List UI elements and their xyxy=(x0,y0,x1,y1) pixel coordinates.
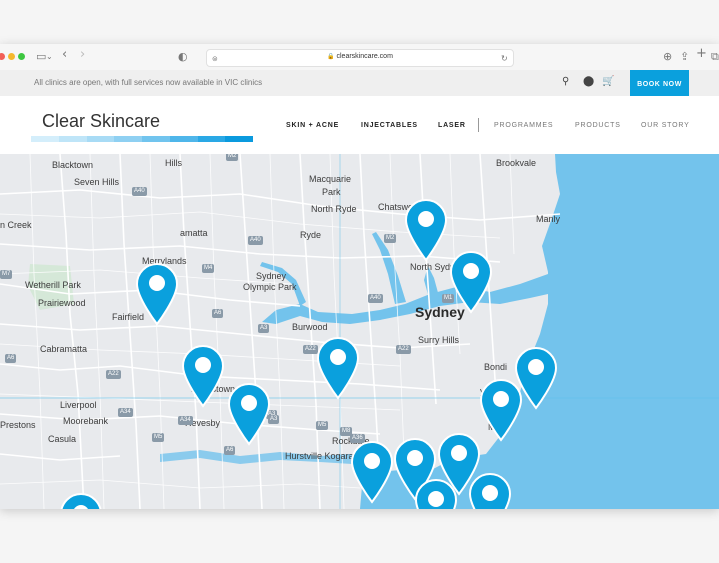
road-shield: A6 xyxy=(224,446,236,455)
logo-bar-segment xyxy=(31,136,59,142)
road-shield: A6 xyxy=(5,354,17,363)
nav-programmes[interactable]: PROGRAMMES xyxy=(494,122,553,129)
map-label: Burwood xyxy=(292,322,328,332)
map-label: Surry Hills xyxy=(418,335,460,345)
share-icon[interactable]: ⇪ xyxy=(680,50,689,64)
chevron-down-icon[interactable]: ⌄ xyxy=(46,50,53,64)
url-text: clearskincare.com xyxy=(336,53,393,60)
map-label: Wetherill Park xyxy=(25,280,81,290)
road-shield: A22 xyxy=(396,345,411,354)
clinic-location-pin-icon[interactable] xyxy=(479,378,523,442)
map-label: Sydney xyxy=(256,271,287,281)
clinic-location-pin-icon[interactable] xyxy=(227,382,271,446)
close-window-button[interactable] xyxy=(0,53,5,60)
map-label: Baulkham xyxy=(165,154,205,156)
logo-bar-segment xyxy=(58,136,87,142)
map-label: Ryde xyxy=(300,230,322,240)
privacy-shield-icon[interactable]: ◐ xyxy=(178,50,188,64)
lock-icon: 🔒 xyxy=(327,54,335,60)
clinic-map[interactable]: Baulkham Hills Blacktown Seven Hills Macquar… xyxy=(0,154,719,509)
map-label: Hurstville Kogarah xyxy=(285,451,359,461)
road-shield: M2 xyxy=(384,234,397,243)
search-icon[interactable]: ⚲ xyxy=(562,76,569,87)
road-shield: M2 xyxy=(226,154,239,161)
nav-laser[interactable]: LASER xyxy=(438,122,466,129)
nav-our-story[interactable]: OUR STORY xyxy=(641,122,690,129)
map-label: Moorebank xyxy=(63,416,109,426)
sidebar-toggle-icon[interactable]: ▭ xyxy=(36,50,46,64)
clinic-location-pin-icon[interactable] xyxy=(350,440,394,504)
main-header: Clear Skincare SKIN + ACNE INJECTABLES L… xyxy=(0,96,719,154)
nav-skin-acne[interactable]: SKIN + ACNE xyxy=(286,122,339,129)
map-label: amatta xyxy=(180,228,208,238)
road-shield: A40 xyxy=(132,187,147,196)
clinic-location-pin-icon[interactable] xyxy=(468,472,512,509)
download-icon[interactable]: ⊕ xyxy=(663,50,672,64)
logo-bar-segment xyxy=(86,136,115,142)
nav-divider xyxy=(478,118,479,132)
cart-icon[interactable]: 🛒 xyxy=(602,76,614,87)
map-label: Olympic Park xyxy=(243,282,297,292)
logo-bar-segment xyxy=(142,136,170,142)
road-shield: A40 xyxy=(248,236,263,245)
map-label: Hills xyxy=(165,158,182,168)
map-label: Manly xyxy=(536,214,561,224)
clinic-location-pin-icon[interactable] xyxy=(414,478,458,509)
map-label: Liverpool xyxy=(60,400,97,410)
clinic-location-pin-icon[interactable] xyxy=(449,250,493,314)
map-label: Prestons xyxy=(0,420,36,430)
clinic-location-pin-icon[interactable] xyxy=(316,336,360,400)
map-label: Prairiewood xyxy=(38,298,86,308)
map-label: Macquarie xyxy=(309,174,352,184)
road-shield: A6 xyxy=(212,309,224,318)
clinic-location-pin-icon[interactable] xyxy=(135,262,179,326)
back-icon[interactable]: ‹ xyxy=(62,48,67,62)
map-label: Cabramatta xyxy=(40,344,88,354)
location-pin-icon[interactable]: ⬤ xyxy=(583,76,594,87)
road-shield: A3 xyxy=(258,324,270,333)
logo-bar-segment xyxy=(225,136,253,142)
reload-icon[interactable]: ↻ xyxy=(501,52,508,66)
map-label: Blacktown xyxy=(52,160,94,170)
map-label: Casula xyxy=(48,434,77,444)
logo-bar-segment xyxy=(197,136,226,142)
minimize-window-button[interactable] xyxy=(8,53,15,60)
address-bar[interactable]: ⊜ 🔒 clearskincare.com ↻ xyxy=(206,49,514,67)
logo[interactable]: Clear Skincare xyxy=(42,111,160,132)
browser-window: ▭ ⌄ ‹ › ◐ ⊜ 🔒 clearskincare.com ↻ ⊕ ⇪ + … xyxy=(0,44,719,509)
map-label: Park xyxy=(322,187,341,197)
new-tab-icon[interactable]: + xyxy=(696,47,707,61)
road-shield: M4 xyxy=(202,264,215,273)
map-label: Brookvale xyxy=(496,158,537,168)
zoom-window-button[interactable] xyxy=(18,53,25,60)
nav-injectables[interactable]: INJECTABLES xyxy=(361,122,418,129)
tab-overview-icon[interactable]: ⧉ xyxy=(711,50,719,64)
road-shield: M7 xyxy=(0,270,13,279)
road-shield: M5 xyxy=(152,433,165,442)
clinic-location-pin-icon[interactable] xyxy=(59,492,103,509)
logo-gradient-bar xyxy=(31,136,253,142)
announcement-bar: All clinics are open, with full services… xyxy=(0,70,719,96)
map-label: North Ryde xyxy=(311,204,357,214)
map-label: Bondi xyxy=(484,362,508,372)
browser-toolbar: ▭ ⌄ ‹ › ◐ ⊜ 🔒 clearskincare.com ↻ ⊕ ⇪ + … xyxy=(0,44,719,71)
clinic-location-pin-icon[interactable] xyxy=(404,198,448,262)
map-label: n Creek xyxy=(0,220,32,230)
road-shield: A34 xyxy=(118,408,133,417)
road-shield: A22 xyxy=(106,370,121,379)
nav-products[interactable]: PRODUCTS xyxy=(575,122,621,129)
logo-bar-segment xyxy=(169,136,198,142)
road-shield: A40 xyxy=(368,294,383,303)
clinic-location-pin-icon[interactable] xyxy=(181,344,225,408)
map-label: Seven Hills xyxy=(74,177,120,187)
road-shield: M5 xyxy=(316,421,329,430)
forward-icon[interactable]: › xyxy=(80,48,85,62)
road-shield: A34 xyxy=(178,416,193,425)
logo-bar-segment xyxy=(114,136,142,142)
announcement-text: All clinics are open, with full services… xyxy=(34,78,263,87)
